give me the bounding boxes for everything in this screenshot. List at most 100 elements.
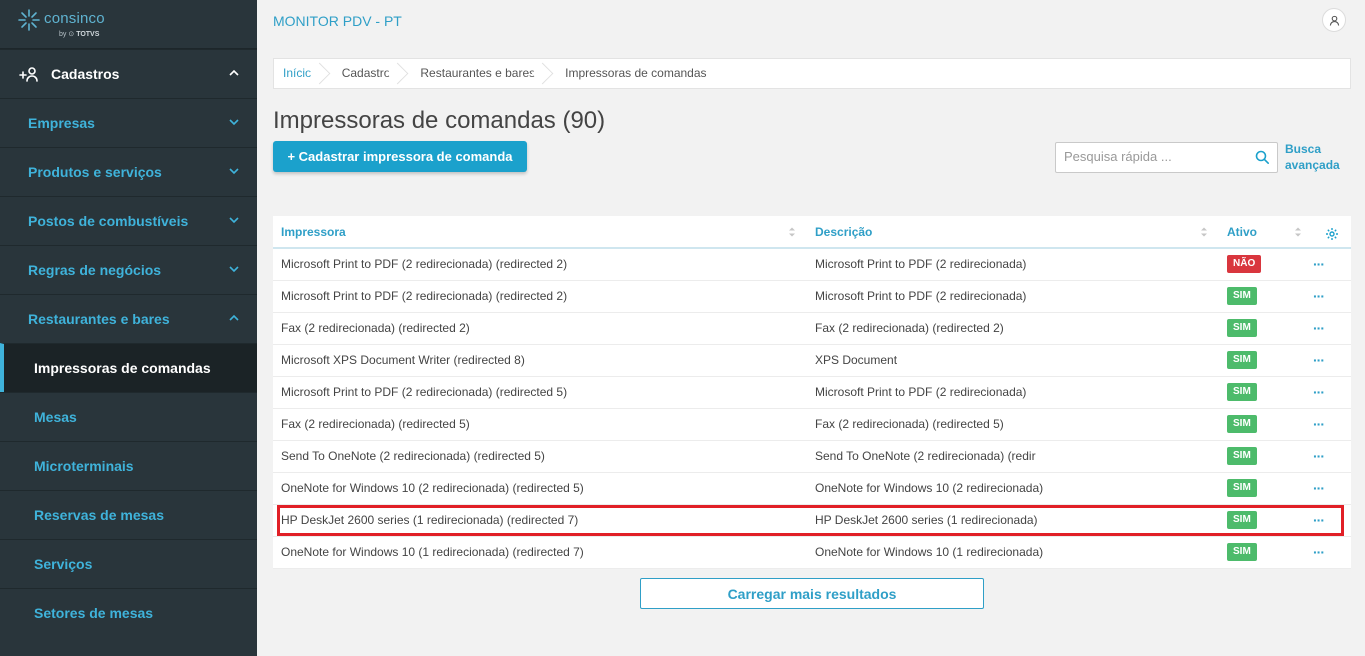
more-actions-icon[interactable]: ··· — [1313, 448, 1325, 464]
chevron-down-icon — [229, 168, 239, 175]
more-actions-icon[interactable]: ··· — [1313, 544, 1325, 560]
status-badge: SIM — [1227, 383, 1257, 401]
cell-actions: ··· — [1305, 312, 1351, 345]
cell-printer: Microsoft Print to PDF (2 redirecionada)… — [273, 376, 807, 409]
sidebar-item-label: Microterminais — [34, 458, 134, 474]
sidebar-item-postos-combustiveis[interactable]: Postos de combustíveis — [0, 196, 257, 245]
brand-name: consinco — [44, 10, 105, 27]
sidebar-item-label: Serviços — [34, 556, 93, 572]
add-printer-button[interactable]: + Cadastrar impressora de comanda — [273, 141, 527, 172]
cell-description: Microsoft Print to PDF (2 redirecionada) — [807, 376, 1219, 409]
status-badge: SIM — [1227, 319, 1257, 337]
gear-icon[interactable] — [1325, 227, 1339, 241]
cell-description: Microsoft Print to PDF (2 redirecionada) — [807, 248, 1219, 281]
cell-actions: ··· — [1305, 440, 1351, 473]
status-badge: SIM — [1227, 543, 1257, 561]
breadcrumb-restaurantes-bares[interactable]: Restaurantes e bares — [402, 59, 547, 88]
table-row[interactable]: OneNote for Windows 10 (1 redirecionada)… — [273, 536, 1351, 569]
more-actions-icon[interactable]: ··· — [1313, 480, 1325, 496]
app-title: MONITOR PDV - PT — [273, 13, 402, 29]
sidebar-item-servicos[interactable]: Serviços — [0, 539, 257, 588]
table-row[interactable]: Microsoft Print to PDF (2 redirecionada)… — [273, 280, 1351, 313]
breadcrumb-current: Impressoras de comandas — [565, 66, 707, 80]
sidebar-item-label: Empresas — [28, 115, 95, 131]
sidebar-item-setores-mesas[interactable]: Setores de mesas — [0, 588, 257, 637]
breadcrumb-inicio[interactable]: Início — [274, 59, 324, 88]
user-menu-button[interactable] — [1322, 8, 1346, 32]
table-row-highlighted[interactable]: HP DeskJet 2600 series (1 redirecionada)… — [273, 504, 1351, 537]
cell-active: SIM — [1219, 408, 1305, 441]
chevron-down-icon — [229, 266, 239, 273]
cell-actions: ··· — [1305, 376, 1351, 409]
table-row[interactable]: Fax (2 redirecionada) (redirected 5) Fax… — [273, 408, 1351, 441]
cell-description: Microsoft Print to PDF (2 redirecionada) — [807, 280, 1219, 313]
brand[interactable]: consinco by ⊙ TOTVS — [0, 0, 257, 49]
sidebar-item-microterminais[interactable]: Microterminais — [0, 441, 257, 490]
sidebar-cadastros[interactable]: Cadastros — [0, 49, 257, 98]
table-row[interactable]: Microsoft Print to PDF (2 redirecionada)… — [273, 248, 1351, 281]
column-header-descricao[interactable]: Descrição — [807, 216, 1219, 249]
sidebar-item-reservas-mesas[interactable]: Reservas de mesas — [0, 490, 257, 539]
cell-printer: Microsoft Print to PDF (2 redirecionada)… — [273, 280, 807, 313]
more-actions-icon[interactable]: ··· — [1313, 416, 1325, 432]
column-header-impressora[interactable]: Impressora — [273, 216, 807, 249]
sidebar: consinco by ⊙ TOTVS Cadastros Empresas P… — [0, 0, 257, 656]
brand-by: by — [59, 31, 67, 38]
more-actions-icon[interactable]: ··· — [1313, 320, 1325, 336]
sort-icon — [789, 227, 795, 237]
sidebar-cadastros-label: Cadastros — [51, 66, 120, 82]
load-more-button[interactable]: Carregar mais resultados — [640, 578, 984, 609]
table-row[interactable]: Send To OneNote (2 redirecionada) (redir… — [273, 440, 1351, 473]
cell-active: SIM — [1219, 504, 1305, 537]
add-user-icon — [19, 67, 38, 82]
table-row[interactable]: Fax (2 redirecionada) (redirected 2) Fax… — [273, 312, 1351, 345]
cell-actions: ··· — [1305, 504, 1351, 537]
status-badge: SIM — [1227, 479, 1257, 497]
sidebar-item-label: Reservas de mesas — [34, 507, 164, 523]
user-icon — [1329, 15, 1339, 26]
cell-active: SIM — [1219, 344, 1305, 377]
sidebar-item-produtos-servicos[interactable]: Produtos e serviços — [0, 147, 257, 196]
breadcrumb-cadastro[interactable]: Cadastro — [324, 59, 403, 88]
chevron-up-icon — [229, 69, 239, 76]
advanced-search-link[interactable]: Busca avançada — [1285, 141, 1345, 173]
table-row[interactable]: Microsoft Print to PDF (2 redirecionada)… — [273, 376, 1351, 409]
sidebar-item-label: Impressoras de comandas — [34, 360, 211, 376]
sidebar-item-mesas[interactable]: Mesas — [0, 392, 257, 441]
status-badge: SIM — [1227, 511, 1257, 529]
more-actions-icon[interactable]: ··· — [1313, 352, 1325, 368]
more-actions-icon[interactable]: ··· — [1313, 512, 1325, 528]
search-icon[interactable] — [1255, 150, 1269, 164]
brand-sub: by ⊙ TOTVS — [59, 30, 99, 38]
more-actions-icon[interactable]: ··· — [1313, 384, 1325, 400]
column-header-label: Ativo — [1227, 224, 1257, 239]
more-actions-icon[interactable]: ··· — [1313, 256, 1325, 272]
cell-description: OneNote for Windows 10 (2 redirecionada) — [807, 472, 1219, 505]
cell-description: Fax (2 redirecionada) (redirected 5) — [807, 408, 1219, 441]
search-input[interactable] — [1056, 143, 1249, 170]
cell-printer: Send To OneNote (2 redirecionada) (redir… — [273, 440, 807, 473]
breadcrumb: Início Cadastro Restaurantes e bares Imp… — [273, 58, 1351, 89]
status-badge: SIM — [1227, 447, 1257, 465]
more-actions-icon[interactable]: ··· — [1313, 288, 1325, 304]
cell-actions: ··· — [1305, 408, 1351, 441]
cell-active: SIM — [1219, 440, 1305, 473]
cell-actions: ··· — [1305, 344, 1351, 377]
cell-actions: ··· — [1305, 472, 1351, 505]
column-header-ativo[interactable]: Ativo — [1219, 216, 1305, 249]
table-row[interactable]: OneNote for Windows 10 (2 redirecionada)… — [273, 472, 1351, 505]
column-header-label: Descrição — [815, 224, 873, 239]
sidebar-item-empresas[interactable]: Empresas — [0, 98, 257, 147]
cell-printer: Microsoft Print to PDF (2 redirecionada)… — [273, 248, 807, 281]
sidebar-item-impressoras-comandas[interactable]: Impressoras de comandas — [0, 343, 257, 392]
sidebar-item-label: Setores de mesas — [34, 605, 154, 621]
cell-description: OneNote for Windows 10 (1 redirecionada) — [807, 536, 1219, 569]
column-settings[interactable] — [1305, 216, 1351, 249]
cell-actions: ··· — [1305, 248, 1351, 281]
table-row[interactable]: Microsoft XPS Document Writer (redirecte… — [273, 344, 1351, 377]
page-title: Impressoras de comandas (90) — [273, 107, 606, 134]
sidebar-item-regras-negocios[interactable]: Regras de negócios — [0, 245, 257, 294]
sidebar-item-label: Postos de combustíveis — [28, 213, 189, 229]
sidebar-item-restaurantes-bares[interactable]: Restaurantes e bares — [0, 294, 257, 343]
brand-vendor: TOTVS — [76, 31, 100, 38]
